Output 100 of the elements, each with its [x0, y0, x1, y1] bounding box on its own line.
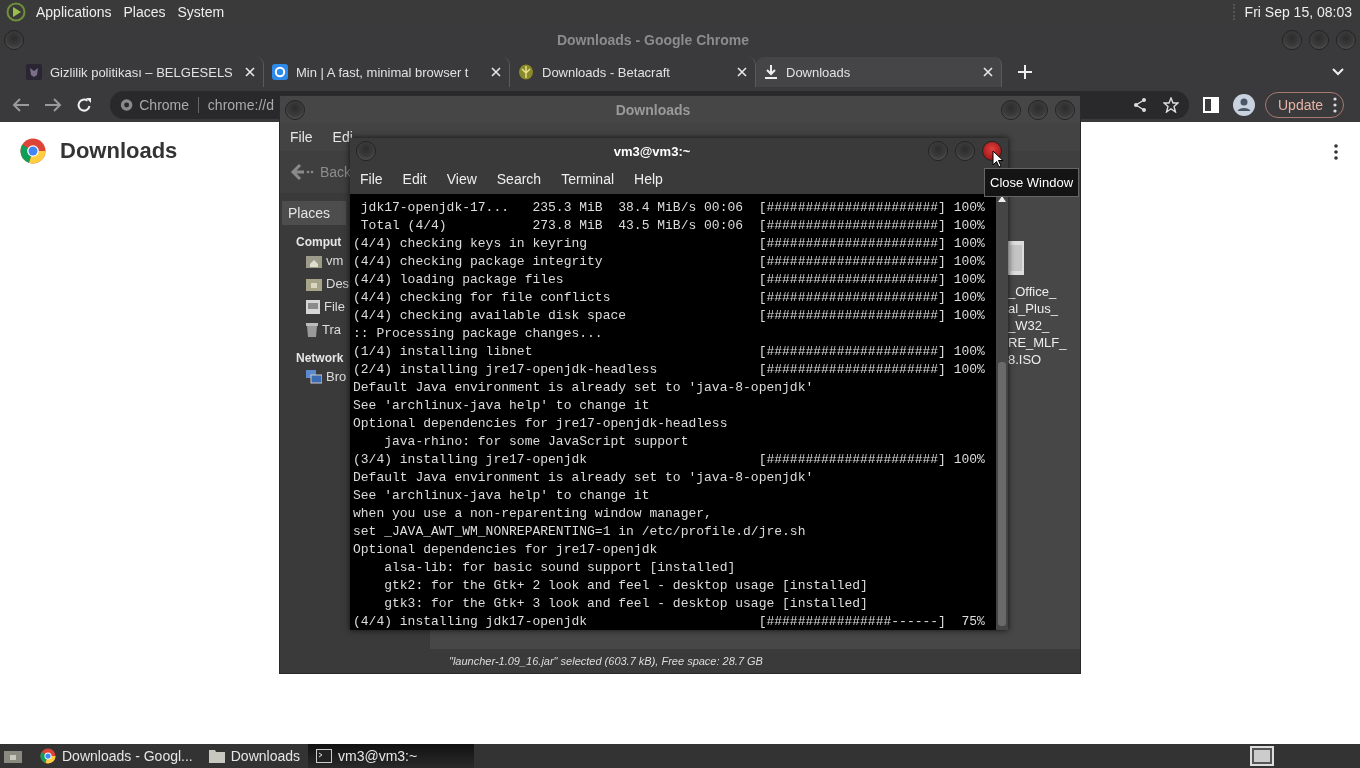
browser-tab[interactable]: Downloads - Betacraft	[510, 57, 756, 87]
drive-icon	[306, 299, 320, 314]
terminal-line: Default Java environment is already set to 'java-8-openjdk'	[353, 380, 814, 395]
page-title: Downloads	[60, 138, 178, 164]
chrome-logo-icon	[20, 138, 46, 164]
browser-tab[interactable]: Gizlilik politikası – BELGESELS	[18, 57, 264, 87]
progress-readout: [######################] 100%	[758, 199, 986, 217]
plus-icon[interactable]	[1018, 65, 1032, 79]
mask-icon	[26, 64, 42, 80]
terminal-line: See 'archlinux-java help' to change it	[353, 398, 650, 413]
menu-icon[interactable]	[1333, 97, 1338, 113]
network-icon	[306, 369, 322, 384]
terminal-line: Total (4/4) 273.8 MiB 43.5 MiB/s 00:06	[359, 217, 745, 235]
forward-icon[interactable]	[44, 97, 62, 113]
close-icon[interactable]	[491, 67, 501, 77]
menu-item[interactable]: File	[290, 129, 313, 145]
share-icon[interactable]	[1133, 97, 1147, 113]
progress-readout: [######################] 100%	[758, 271, 986, 289]
browser-tab[interactable]: Min | A fast, minimal browser t	[264, 57, 510, 87]
tooltip: Close Window	[984, 168, 1080, 197]
menu-item[interactable]: Terminal	[561, 171, 615, 187]
terminal-line: (4/4) installing jdk17-openjdk	[353, 613, 589, 631]
chrome-icon	[120, 97, 134, 113]
sidebar-section: Comput	[296, 235, 342, 249]
terminal-line: set _JAVA_AWT_WM_NONREPARENTING=1 in /etc/profile.d/jre.sh	[353, 524, 806, 539]
progress-readout: [######################] 100%	[758, 217, 986, 235]
terminal-line: gtk2: for the Gtk+ 2 look and feel - desktop usage [installed]	[383, 578, 868, 593]
terminal-line: (1/4) installing libnet	[353, 343, 534, 361]
folder-icon	[208, 749, 225, 763]
taskbar-button[interactable]: Downloads	[200, 744, 308, 768]
cursor-icon	[992, 150, 1004, 168]
progress-readout: [######################] 100%	[758, 235, 986, 253]
back-icon[interactable]	[12, 97, 30, 113]
menu-item[interactable]: File	[360, 171, 383, 187]
chevron-icon[interactable]	[1332, 68, 1344, 76]
panel-menu[interactable]: Places	[119, 4, 174, 20]
update-button[interactable]: Update	[1265, 92, 1345, 118]
terminal-line: (4/4) loading package files	[353, 271, 565, 289]
scrollbar[interactable]	[996, 194, 1008, 630]
menu-item[interactable]: Edit	[402, 171, 427, 187]
terminal-line: :: Processing package changes...	[353, 326, 603, 341]
terminal-line: jdk17-openjdk-17... 235.3 MiB 38.4 MiB/s 00:06	[359, 199, 745, 217]
progress-readout: [######################] 100%	[758, 253, 986, 271]
terminal-line: Optional dependencies for jre17-openjdk	[353, 542, 658, 557]
trash-icon	[306, 322, 318, 337]
sidebar-item[interactable]: vm	[326, 253, 344, 268]
window-title: Downloads	[614, 101, 692, 118]
window-title: vm3@vm3:~	[612, 143, 692, 159]
file-icon[interactable]	[1008, 241, 1024, 275]
taskbar-button[interactable]: Downloads - Googl...	[32, 744, 201, 768]
menu-item[interactable]: Search	[496, 171, 542, 187]
side-panel-icon[interactable]	[1203, 97, 1219, 113]
status-text: "launcher-1.09_16.jar" selected (603.7 kB), Free space: 28.7 GB	[448, 655, 763, 667]
panel-menu[interactable]: Applications	[32, 4, 120, 20]
scrollbar-thumb[interactable]	[998, 362, 1006, 626]
folder-icon	[306, 276, 322, 291]
close-icon[interactable]	[737, 67, 747, 77]
back-arrow-icon[interactable]	[290, 163, 314, 181]
address-bar[interactable]: Chrome chrome://d	[110, 91, 274, 119]
workspace-icon[interactable]	[1250, 746, 1274, 766]
star-icon[interactable]	[1163, 97, 1179, 113]
terminal-line: (4/4) checking package integrity	[353, 253, 604, 271]
home-folder-icon	[306, 253, 322, 268]
terminal-line: gtk3: for the Gtk+ 3 look and feel - desktop usage [installed]	[383, 596, 868, 611]
avatar-icon[interactable]	[1233, 94, 1255, 116]
sidebar-item[interactable]: File	[324, 299, 345, 314]
progress-readout: [################------] 75%	[758, 613, 986, 631]
browser-tab[interactable]: Downloads	[756, 57, 1002, 87]
chrome-icon	[40, 748, 56, 764]
terminal-line: Default Java environment is already set to 'java-8-openjdk'	[353, 470, 814, 485]
sidebar-item[interactable]: Des	[326, 276, 350, 291]
up-arrow-icon[interactable]	[998, 196, 1006, 202]
progress-readout: [######################] 100%	[758, 451, 986, 469]
progress-readout: [######################] 100%	[758, 343, 986, 361]
reload-icon[interactable]	[76, 97, 92, 113]
terminal-line: (4/4) checking keys in keyring	[353, 235, 589, 253]
play-icon[interactable]	[6, 2, 26, 22]
panel-menu[interactable]: System	[173, 4, 233, 20]
terminal-line: alsa-lib: for basic sound support [installed]	[383, 560, 736, 575]
menu-item[interactable]: Help	[634, 171, 663, 187]
sidebar-section: Network	[296, 351, 344, 365]
file-name[interactable]: _Office_ al_Plus_ _W32_ RE_MLF_ 8.ISO	[1008, 283, 1067, 368]
progress-readout: [######################] 100%	[758, 289, 986, 307]
menu-icon[interactable]	[1334, 144, 1338, 160]
places-dropdown[interactable]: Places	[282, 201, 346, 225]
close-icon[interactable]	[245, 67, 255, 77]
terminal-line: (2/4) installing jre17-openjdk-headless	[353, 361, 659, 379]
terminal-line: when you use a non-reparenting window manager,	[353, 506, 712, 521]
clock[interactable]: Fri Sep 15, 08:03	[1232, 4, 1360, 20]
terminal-line: java-rhino: for some JavaScript support	[383, 434, 689, 449]
desktop-icon[interactable]	[4, 749, 22, 763]
taskbar-button[interactable]: vm3@vm3:~	[308, 744, 474, 768]
progress-readout: [######################] 100%	[758, 361, 986, 379]
ring-icon	[272, 64, 288, 80]
close-icon[interactable]	[983, 67, 993, 77]
sidebar-item[interactable]: Tra	[322, 322, 342, 337]
sidebar-item[interactable]: Bro	[326, 369, 347, 384]
window-title: Downloads - Google Chrome	[555, 32, 751, 48]
terminal-line: (4/4) checking for file conflicts	[353, 289, 612, 307]
menu-item[interactable]: View	[446, 171, 477, 187]
